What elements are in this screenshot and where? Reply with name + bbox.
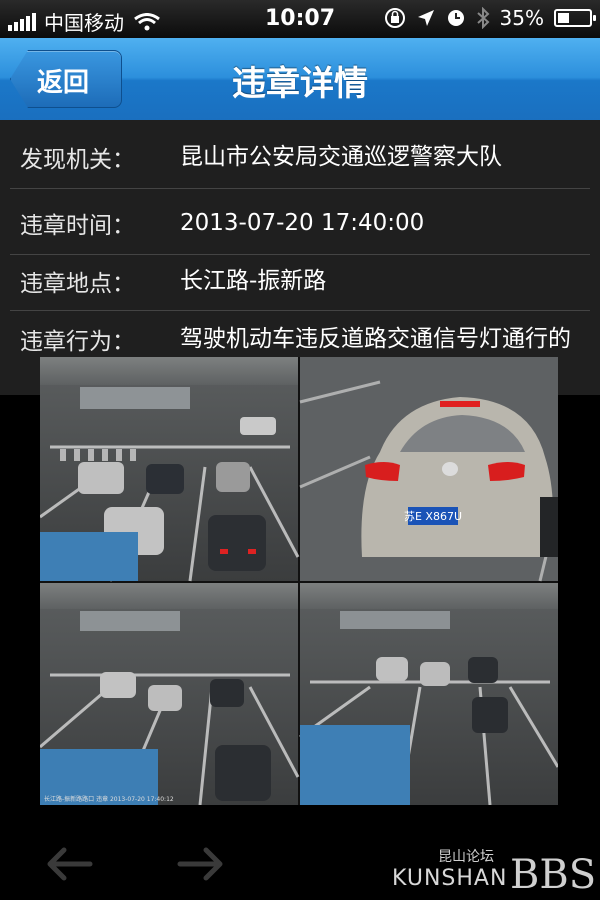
battery-percent: 35%	[499, 6, 544, 30]
license-plate-text: 苏E X867U	[404, 510, 462, 523]
detail-row-time: 违章时间： 2013-07-20 17:40:00	[10, 188, 590, 255]
time-value: 2013-07-20 17:40:00	[180, 210, 425, 236]
location-arrow-icon	[417, 10, 434, 26]
detail-row-location: 违章地点： 长江路-振新路	[10, 254, 590, 311]
page-title: 违章详情	[232, 64, 368, 104]
authority-label: 发现机关：	[20, 147, 135, 173]
violation-photo[interactable]: 苏E X867U 长江路-振新路路口 违章 2013-07-20 17:40:1…	[40, 357, 558, 805]
location-label: 违章地点：	[20, 271, 135, 297]
arrow-right-icon[interactable]	[176, 846, 226, 882]
watermark-small: 昆山论坛	[438, 849, 494, 865]
location-value: 长江路-振新路	[180, 268, 327, 294]
camera-frame-2: 长江路-振新路路口 违章 2013-07-20 17:40:12	[40, 583, 300, 805]
watermark-kunshan: KUNSHAN	[392, 866, 508, 891]
bluetooth-icon	[476, 7, 489, 29]
camera-frame-3	[299, 583, 558, 805]
time-label: 违章时间：	[20, 213, 135, 239]
authority-value: 昆山市公安局交通巡逻警察大队	[180, 144, 502, 170]
behavior-label: 违章行为：	[20, 329, 135, 355]
status-bar: 中国移动 10:07 35%	[0, 0, 600, 38]
rotation-lock-icon	[384, 8, 405, 28]
camera-frame-1	[40, 357, 300, 582]
watermark-bbs: BBS	[510, 852, 597, 898]
arrow-left-icon[interactable]	[44, 846, 94, 882]
violation-details: 发现机关： 昆山市公安局交通巡逻警察大队 违章时间： 2013-07-20 17…	[0, 120, 600, 395]
alarm-clock-icon	[447, 10, 464, 26]
camera-frame-plate-closeup: 苏E X867U	[299, 357, 558, 582]
watermark: 昆山论坛 KUNSHAN BBS	[392, 846, 596, 898]
detail-row-authority: 发现机关： 昆山市公安局交通巡逻警察大队	[10, 120, 590, 189]
navigation-bar: 返回 违章详情	[0, 38, 600, 121]
photo-caption: 长江路-振新路路口 违章 2013-07-20 17:40:12	[44, 795, 174, 803]
battery-icon	[554, 9, 596, 27]
bottom-toolbar: 昆山论坛 KUNSHAN BBS	[0, 828, 600, 900]
behavior-value: 驾驶机动车违反道路交通信号灯通行的	[180, 326, 571, 352]
